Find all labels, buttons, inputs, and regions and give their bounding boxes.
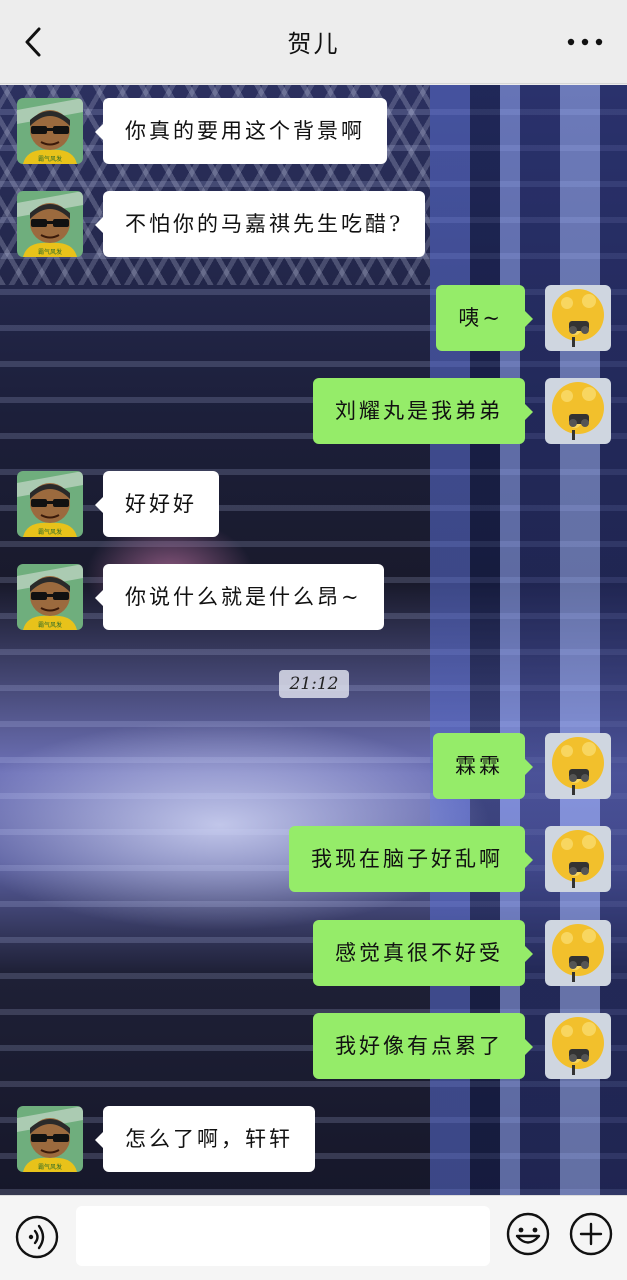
- my-avatar[interactable]: [545, 378, 611, 444]
- voice-icon[interactable]: [14, 1214, 60, 1260]
- message-outgoing: 咦~: [420, 285, 611, 351]
- my-avatar[interactable]: [545, 826, 611, 892]
- message-incoming: 霸气风发 怎么了啊，轩轩: [17, 1106, 347, 1172]
- friend-avatar[interactable]: 霸气风发: [17, 191, 83, 257]
- message-outgoing: 我现在脑子好乱啊: [264, 826, 611, 892]
- message-bubble[interactable]: 不怕你的马嘉祺先生吃醋?: [94, 191, 426, 257]
- message-outgoing: 刘耀丸是我弟弟: [290, 378, 611, 444]
- message-bubble[interactable]: 咦~: [436, 285, 533, 351]
- message-bubble[interactable]: 霖霖: [433, 733, 533, 799]
- chat-header: 贺儿: [0, 0, 627, 84]
- input-bar: [0, 1195, 627, 1280]
- more-dots-icon[interactable]: [565, 30, 605, 54]
- svg-text:霸气风发: 霸气风发: [38, 248, 62, 256]
- message-timestamp: 21:12: [279, 670, 349, 698]
- chat-title: 贺儿: [287, 30, 340, 58]
- message-bubble[interactable]: 好好好: [95, 471, 219, 537]
- message-incoming: 霸气风发 你真的要用这个背景啊: [17, 98, 417, 164]
- friend-avatar[interactable]: 霸气风发: [17, 98, 83, 164]
- message-bubble[interactable]: 怎么了啊，轩轩: [95, 1106, 315, 1172]
- friend-avatar[interactable]: 霸气风发: [17, 564, 83, 630]
- message-outgoing: 霖霖: [420, 733, 611, 799]
- message-bubble[interactable]: 刘耀丸是我弟弟: [313, 378, 533, 444]
- message-input[interactable]: [76, 1206, 490, 1266]
- message-outgoing: 感觉真很不好受: [290, 920, 611, 986]
- my-avatar[interactable]: [545, 285, 611, 351]
- plus-icon[interactable]: [568, 1211, 614, 1257]
- message-incoming: 霸气风发 不怕你的马嘉祺先生吃醋?: [17, 191, 447, 257]
- message-incoming: 霸气风发 好好好: [17, 471, 237, 537]
- svg-text:霸气风发: 霸气风发: [38, 1163, 62, 1171]
- friend-avatar[interactable]: 霸气风发: [17, 1106, 83, 1172]
- message-outgoing: 我好像有点累了: [290, 1013, 611, 1079]
- svg-text:霸气风发: 霸气风发: [38, 528, 62, 536]
- chat-area[interactable]: 霸气风发 你真的要用这个背景啊 霸气风发 不怕你的马嘉祺先生吃醋? 咦~ 刘耀丸…: [0, 85, 627, 1195]
- emoji-icon[interactable]: [505, 1211, 551, 1257]
- message-bubble[interactable]: 我现在脑子好乱啊: [289, 826, 533, 892]
- message-incoming: 霸气风发 你说什么就是什么昂~: [17, 564, 417, 630]
- my-avatar[interactable]: [545, 1013, 611, 1079]
- my-avatar[interactable]: [545, 733, 611, 799]
- message-bubble[interactable]: 你说什么就是什么昂~: [95, 564, 384, 630]
- my-avatar[interactable]: [545, 920, 611, 986]
- friend-avatar[interactable]: 霸气风发: [17, 471, 83, 537]
- message-bubble[interactable]: 感觉真很不好受: [313, 920, 533, 986]
- svg-text:霸气风发: 霸气风发: [38, 621, 62, 629]
- svg-text:霸气风发: 霸气风发: [38, 155, 62, 163]
- message-bubble[interactable]: 我好像有点累了: [313, 1013, 533, 1079]
- message-bubble[interactable]: 你真的要用这个背景啊: [95, 98, 387, 164]
